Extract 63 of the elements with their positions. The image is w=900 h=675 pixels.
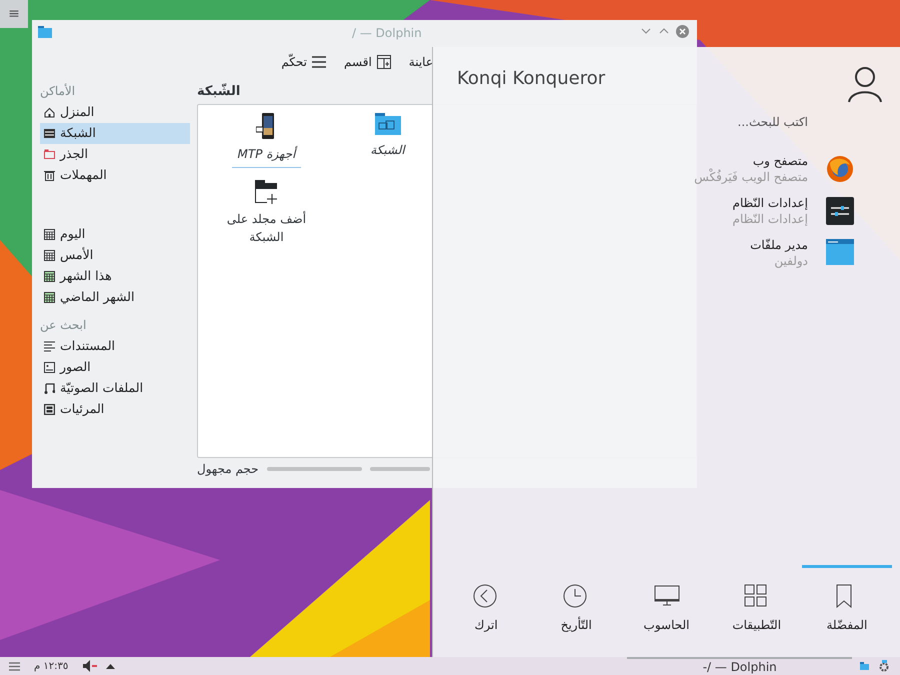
clock[interactable]: ١٢:٣٥ م — [34, 658, 68, 674]
sidebar-item[interactable]: هذا الشهر — [40, 266, 190, 287]
launcher-entry[interactable]: متصفح وب متصفح الويب فَيَرفُكْس — [694, 153, 808, 185]
calendar-icon — [44, 250, 55, 261]
menu-icon[interactable] — [9, 662, 20, 670]
sliders-icon[interactable] — [826, 197, 854, 225]
sidebar-item[interactable]: الجذر — [40, 144, 190, 165]
sidebar-item[interactable]: المستندات — [40, 336, 190, 357]
network-folder-icon — [374, 113, 401, 135]
home-icon — [44, 107, 55, 118]
calendar-icon — [44, 292, 55, 303]
calendar-icon — [44, 229, 55, 240]
sidebar-item[interactable]: الأمس — [40, 245, 190, 266]
calendar-icon — [44, 271, 55, 282]
music-note-icon — [44, 383, 55, 394]
network-icon — [44, 128, 55, 139]
toolbar-button[interactable]: عاينة — [408, 53, 433, 71]
film-icon — [44, 404, 55, 415]
section-heading: ابحث عن — [40, 317, 88, 334]
folder-icon — [44, 149, 55, 160]
globe-icon[interactable] — [826, 155, 854, 183]
status-text: حجم مجهول — [197, 461, 259, 478]
split-view-icon — [376, 55, 391, 69]
document-icon — [44, 341, 55, 352]
launcher-tab[interactable]: اترك — [440, 565, 532, 657]
launcher-tab[interactable]: التّطبيقات — [712, 565, 802, 657]
monitor-icon — [654, 584, 680, 608]
clock-icon — [563, 584, 590, 608]
task-button[interactable]: -/ — Dolphin — [627, 657, 852, 675]
location-heading: الشّبكة — [197, 82, 240, 102]
toolbar-button[interactable]: تحكّم — [281, 53, 326, 71]
file-item[interactable]: الشبكة — [366, 113, 409, 168]
search-field[interactable]: اكتب للبحث... — [608, 113, 808, 131]
window-title: / — Dolphin — [352, 25, 422, 42]
muted-speaker-icon[interactable] — [82, 660, 98, 672]
sidebar-item[interactable]: الشهر الماضي — [40, 287, 190, 308]
toolbar-button[interactable]: اقسم — [344, 53, 391, 71]
sidebar-item[interactable]: اليوم — [40, 224, 190, 245]
sidebar-item[interactable]: الصور — [40, 357, 190, 378]
image-icon — [44, 362, 55, 373]
file-item[interactable]: أجهزة MTP — [228, 113, 306, 168]
folder-icon — [38, 26, 52, 38]
launcher-tab[interactable]: الحاسوب — [621, 565, 712, 657]
user-icon[interactable] — [848, 67, 882, 103]
launcher-entry[interactable]: مدير ملفّات دولفين — [750, 237, 808, 269]
add-folder-icon — [254, 180, 278, 204]
desktop-toolbox-button[interactable]: ≡ — [0, 0, 28, 28]
folder-icon[interactable] — [860, 662, 870, 670]
folder-icon[interactable] — [826, 239, 854, 267]
file-item[interactable]: أضف مجلد على الشبكة — [206, 180, 327, 250]
launcher-tab[interactable]: التّأريخ — [531, 565, 622, 657]
menu-icon — [312, 56, 326, 68]
section-heading: الأماكن — [40, 82, 76, 100]
close-icon[interactable] — [676, 25, 689, 38]
sidebar-item[interactable]: الملفات الصوتيّة — [40, 378, 190, 399]
trash-icon — [44, 170, 55, 181]
user-name: Konqi Konqueror — [457, 66, 606, 90]
sidebar-item[interactable]: المرئيات — [40, 399, 190, 420]
sidebar-item[interactable]: المنزل — [40, 102, 190, 123]
sidebar-item[interactable]: المهملات — [40, 165, 190, 186]
sidebar-item[interactable]: الشبكة — [40, 123, 190, 144]
up-arrow-icon[interactable] — [106, 663, 116, 669]
launcher-entry[interactable]: إعدادات النّظام إعدادات النّظام — [732, 195, 808, 227]
